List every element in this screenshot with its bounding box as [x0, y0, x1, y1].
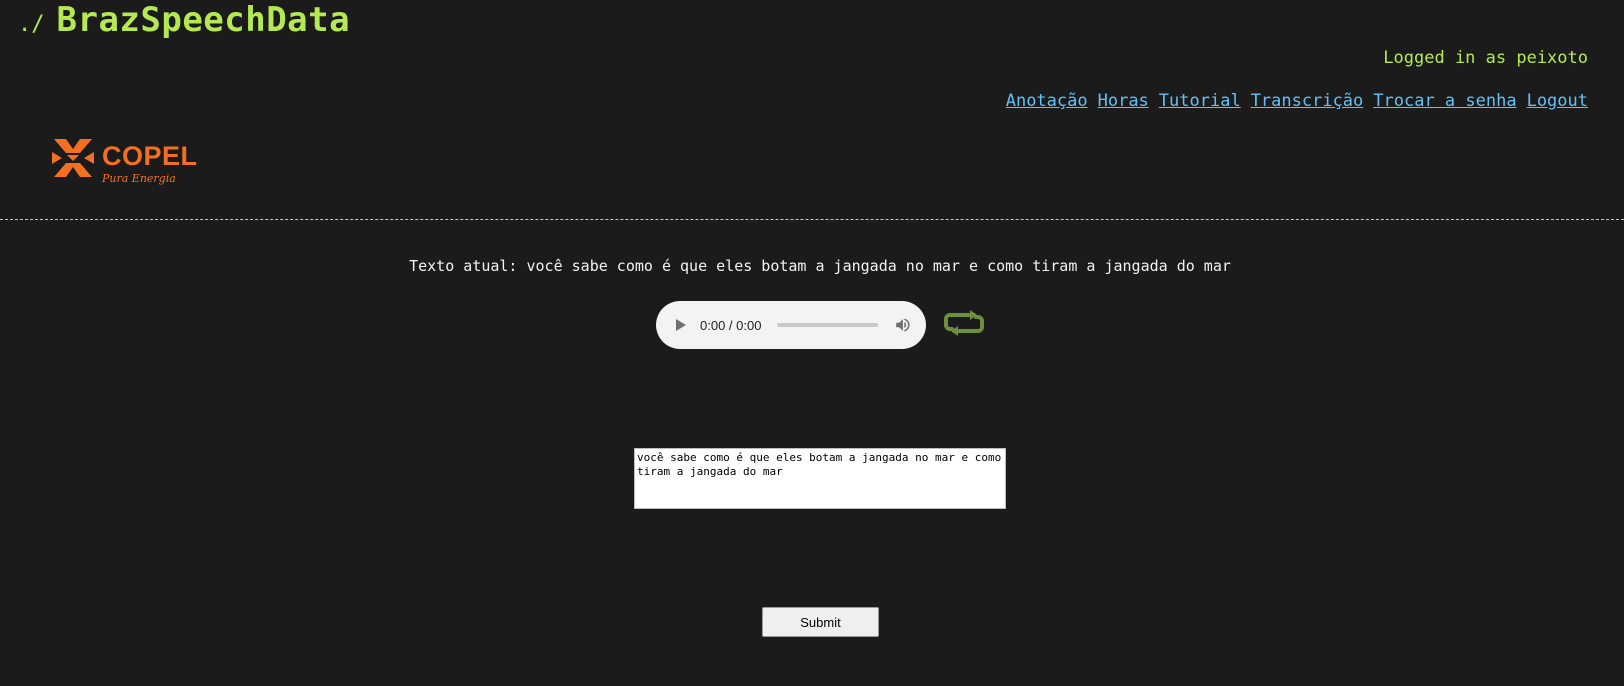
volume-icon[interactable] — [894, 316, 912, 334]
logo-tagline: Pura Energia — [102, 172, 176, 185]
current-text-label: Texto atual: você sabe como é que eles b… — [409, 257, 1231, 275]
nav-link-horas[interactable]: Horas — [1098, 91, 1149, 111]
site-brand: ./ BrazSpeechData — [18, 0, 350, 40]
nav-link-tutorial[interactable]: Tutorial — [1159, 91, 1241, 111]
audio-player[interactable]: 0:00 / 0:00 — [656, 301, 926, 349]
audio-time: 0:00 / 0:00 — [700, 317, 762, 333]
nav-link-transcricao[interactable]: Transcrição — [1251, 91, 1364, 111]
play-icon[interactable] — [676, 319, 686, 331]
top-nav: Anotação Horas Tutorial Transcrição Troc… — [1006, 91, 1588, 111]
nav-link-logout[interactable]: Logout — [1527, 91, 1588, 111]
nav-link-anotacao[interactable]: Anotação — [1006, 91, 1088, 111]
audio-progress-bar[interactable] — [777, 323, 879, 327]
copel-logo-mark-icon — [52, 139, 94, 177]
site-title: BrazSpeechData — [56, 0, 351, 40]
logo-wordmark: COPEL — [102, 141, 198, 171]
submit-button[interactable]: Submit — [762, 607, 879, 637]
nav-link-trocar-senha[interactable]: Trocar a senha — [1373, 91, 1516, 111]
transcription-textarea[interactable]: você sabe como é que eles botam a jangad… — [634, 448, 1006, 509]
page: ./ BrazSpeechData Logged in as peixoto A… — [0, 0, 1624, 686]
copel-logo: COPEL Pura Energia — [52, 137, 202, 191]
logged-in-status: Logged in as peixoto — [1383, 48, 1588, 68]
header-divider — [0, 219, 1624, 220]
loop-icon[interactable] — [944, 309, 984, 337]
brand-prefix: ./ — [18, 12, 45, 37]
